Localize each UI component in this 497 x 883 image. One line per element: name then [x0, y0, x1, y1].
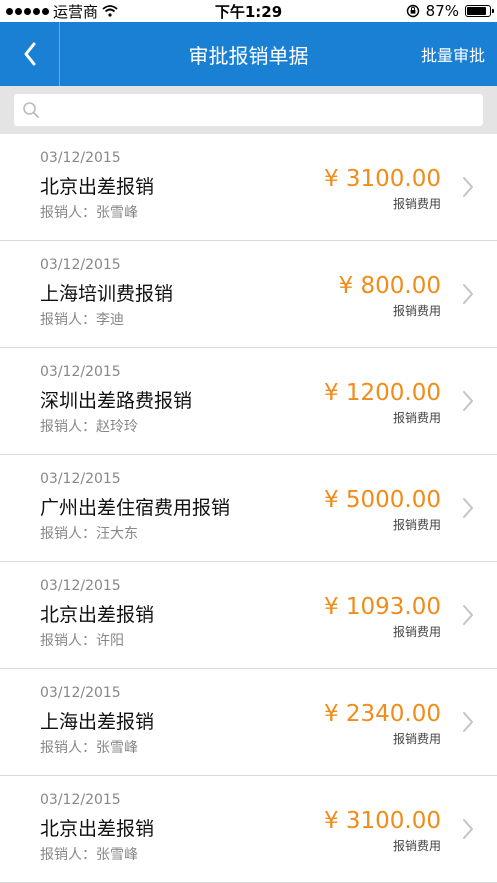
list-item[interactable]: 03/12/2015 上海出差报销 报销人：张雪峰 ¥ 2340.00 报销费用	[0, 669, 497, 776]
item-title: 深圳出差路费报销	[40, 390, 193, 412]
list-item[interactable]: 03/12/2015 北京出差报销 报销人：张雪峰 ¥ 3100.00 报销费用	[0, 776, 497, 883]
signal-icon	[6, 7, 49, 15]
item-kind: 报销费用	[392, 839, 441, 853]
item-person: 报销人：张雪峰	[40, 205, 138, 221]
list-item[interactable]: 03/12/2015 深圳出差路费报销 报销人：赵玲玲 ¥ 1200.00 报销…	[0, 348, 497, 455]
item-amount: ¥ 3100.00	[323, 166, 441, 192]
item-kind: 报销费用	[392, 518, 441, 532]
item-amount: ¥ 800.00	[338, 273, 441, 299]
item-date: 03/12/2015	[40, 257, 121, 273]
item-person: 报销人：张雪峰	[40, 740, 138, 756]
item-title: 上海出差报销	[40, 711, 155, 733]
status-bar: 运营商 下午1:29 87%	[0, 0, 497, 22]
batch-approve-button[interactable]: 批量审批	[421, 22, 485, 86]
list-item[interactable]: 03/12/2015 上海培训费报销 报销人：李迪 ¥ 800.00 报销费用	[0, 241, 497, 348]
chevron-right-icon	[463, 819, 473, 839]
item-date: 03/12/2015	[40, 578, 121, 594]
list-item[interactable]: 03/12/2015 北京出差报销 报销人：张雪峰 ¥ 3100.00 报销费用	[0, 134, 497, 241]
item-date: 03/12/2015	[40, 471, 121, 487]
item-kind: 报销费用	[392, 732, 441, 746]
chevron-right-icon	[463, 498, 473, 518]
item-title: 广州出差住宿费用报销	[40, 497, 231, 519]
chevron-right-icon	[463, 177, 473, 197]
list-item[interactable]: 03/12/2015 北京出差报销 报销人：许阳 ¥ 1093.00 报销费用	[0, 562, 497, 669]
chevron-right-icon	[463, 284, 473, 304]
chevron-right-icon	[463, 391, 473, 411]
status-right: 87%	[406, 2, 494, 20]
chevron-right-icon	[463, 605, 473, 625]
item-amount: ¥ 5000.00	[323, 487, 441, 513]
back-button[interactable]	[0, 22, 60, 86]
item-title: 北京出差报销	[40, 176, 155, 198]
item-amount: ¥ 1200.00	[323, 380, 441, 406]
list-item[interactable]: 03/12/2015 广州出差住宿费用报销 报销人：汪大东 ¥ 5000.00 …	[0, 455, 497, 562]
item-kind: 报销费用	[392, 304, 441, 318]
status-left: 运营商	[6, 1, 118, 22]
chevron-left-icon	[24, 42, 35, 66]
item-person: 报销人：张雪峰	[40, 847, 138, 863]
item-date: 03/12/2015	[40, 150, 121, 166]
item-title: 北京出差报销	[40, 818, 155, 840]
nav-bar: 审批报销单据 批量审批	[0, 22, 497, 86]
item-person: 报销人：李迪	[40, 312, 124, 328]
search-icon	[23, 102, 39, 118]
item-kind: 报销费用	[392, 197, 441, 211]
item-amount: ¥ 3100.00	[323, 808, 441, 834]
item-person: 报销人：汪大东	[40, 526, 138, 542]
item-date: 03/12/2015	[40, 685, 121, 701]
item-kind: 报销费用	[392, 411, 441, 425]
item-title: 北京出差报销	[40, 604, 155, 626]
item-person: 报销人：赵玲玲	[40, 419, 138, 435]
carrier-label: 运营商	[53, 2, 99, 21]
search-box[interactable]	[14, 94, 483, 126]
item-amount: ¥ 1093.00	[323, 594, 441, 620]
battery-percent: 87%	[425, 2, 459, 20]
item-title: 上海培训费报销	[40, 283, 174, 305]
chevron-right-icon	[463, 712, 473, 732]
wifi-icon	[102, 5, 118, 17]
item-date: 03/12/2015	[40, 792, 121, 808]
item-person: 报销人：许阳	[40, 633, 124, 649]
search-bar	[0, 86, 497, 134]
search-input[interactable]	[46, 95, 483, 125]
item-kind: 报销费用	[392, 625, 441, 639]
battery-icon	[465, 5, 494, 17]
item-amount: ¥ 2340.00	[323, 701, 441, 727]
orientation-lock-icon	[406, 4, 419, 18]
reimbursement-list: 03/12/2015 北京出差报销 报销人：张雪峰 ¥ 3100.00 报销费用…	[0, 134, 497, 883]
item-date: 03/12/2015	[40, 364, 121, 380]
